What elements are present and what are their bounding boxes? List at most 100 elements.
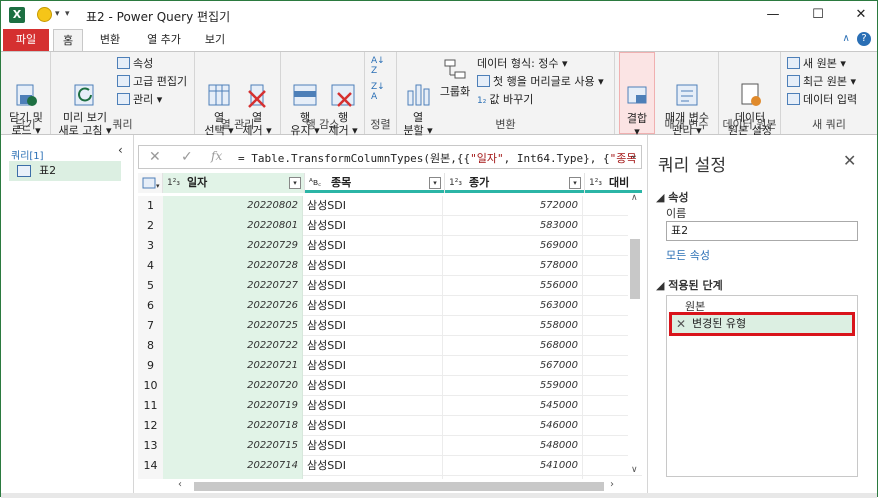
tab-transform[interactable]: 변환 (93, 29, 127, 51)
scroll-right-icon[interactable]: › (610, 479, 614, 490)
use-first-row-headers-button[interactable]: 첫 행을 머리글로 사용 ▾ (477, 74, 604, 90)
filter-dropdown-icon[interactable]: ▾ (289, 177, 301, 189)
tab-home[interactable]: 홈 (53, 29, 83, 51)
customize-qat-icon[interactable]: ▾ (65, 9, 70, 19)
cell-date[interactable]: 20220728 (163, 256, 303, 276)
tab-add-column[interactable]: 열 추가 (139, 29, 189, 51)
enter-data-button[interactable]: 데이터 입력 (787, 92, 857, 108)
vertical-scrollbar[interactable]: ∧ ∨ (628, 193, 642, 475)
cell-date[interactable]: 20220714 (163, 456, 303, 476)
column-header-change[interactable]: 1²₃ 대비 (585, 173, 642, 193)
cell-date[interactable]: 20220729 (163, 236, 303, 256)
manage-button[interactable]: 관리 ▾ (117, 92, 162, 108)
cell-date[interactable]: 20220726 (163, 296, 303, 316)
collapse-pane-icon[interactable]: ‹ (118, 143, 123, 157)
scroll-left-icon[interactable]: ‹ (178, 479, 182, 490)
cell-close[interactable]: 567000 (445, 356, 583, 376)
vertical-scroll-thumb[interactable] (630, 239, 640, 299)
cell-date[interactable]: 20220719 (163, 396, 303, 416)
cell-close[interactable]: 583000 (445, 216, 583, 236)
cell-stock[interactable]: 삼성SDI (305, 456, 443, 476)
cell-stock[interactable]: 삼성SDI (305, 396, 443, 416)
table-row[interactable]: 9 20220721 삼성SDI 567000 (138, 356, 642, 376)
cell-stock[interactable]: 삼성SDI (305, 236, 443, 256)
cell-close[interactable]: 559000 (445, 376, 583, 396)
cell-close[interactable]: 541000 (445, 456, 583, 476)
cell-stock[interactable]: 삼성SDI (305, 336, 443, 356)
fx-icon[interactable]: fx (211, 149, 222, 163)
all-properties-link[interactable]: 모든 속성 (666, 247, 710, 263)
properties-section[interactable]: ◢ 속성 (656, 189, 689, 205)
table-row[interactable]: 5 20220727 삼성SDI 556000 (138, 276, 642, 296)
table-row[interactable]: 6 20220726 삼성SDI 563000 (138, 296, 642, 316)
cell-date[interactable]: 20220720 (163, 376, 303, 396)
tab-view[interactable]: 보기 (199, 29, 231, 51)
cell-stock[interactable]: 삼성SDI (305, 436, 443, 456)
group-by-button[interactable]: 그룹화 (437, 55, 473, 98)
new-source-button[interactable]: 새 원본 ▾ (787, 56, 846, 72)
table-menu-icon[interactable]: ▾ (138, 173, 163, 193)
number-type-icon[interactable]: 1²₃ (449, 173, 462, 193)
cell-close[interactable]: 572000 (445, 196, 583, 216)
query-name-input[interactable]: 표2 (666, 221, 858, 241)
text-type-icon[interactable]: ᴬʙ꜀ (309, 173, 321, 193)
cell-stock[interactable]: 삼성SDI (305, 296, 443, 316)
formula-bar[interactable]: ✕ ✓ fx = Table.TransformColumnTypes(원본,{… (138, 145, 642, 169)
cell-close[interactable]: 546000 (445, 416, 583, 436)
table-row[interactable]: 7 20220725 삼성SDI 558000 (138, 316, 642, 336)
confirm-icon[interactable]: ✓ (181, 149, 193, 165)
cell-stock[interactable]: 삼성SDI (305, 356, 443, 376)
quick-access-dropdown-icon[interactable]: ▾ (55, 9, 60, 19)
close-window-button[interactable]: ✕ (847, 5, 875, 25)
cell-close[interactable]: 563000 (445, 296, 583, 316)
data-grid[interactable]: ▾ 1²₃ 일자 ▾ ᴬʙ꜀ 종목 ▾ 1²₃ 종가 ▾ 1²₃ 대비 1 202 (138, 173, 642, 491)
filter-dropdown-icon[interactable]: ▾ (569, 177, 581, 189)
step-changed-type[interactable]: ✕ 변경된 유형 (669, 312, 855, 336)
table-row[interactable]: 8 20220722 삼성SDI 568000 (138, 336, 642, 356)
cell-date[interactable]: 20220727 (163, 276, 303, 296)
table-row[interactable]: 14 20220714 삼성SDI 541000 (138, 456, 642, 476)
applied-steps-section[interactable]: ◢ 적용된 단계 (656, 277, 723, 293)
scroll-down-icon[interactable]: ∨ (631, 465, 638, 475)
table-row[interactable]: 2 20220801 삼성SDI 583000 (138, 216, 642, 236)
cell-stock[interactable]: 삼성SDI (305, 216, 443, 236)
expand-formula-icon[interactable]: ⌄ (630, 150, 638, 161)
sort-descending-icon[interactable]: Z↓ A (371, 82, 385, 102)
filter-dropdown-icon[interactable]: ▾ (429, 177, 441, 189)
cell-date[interactable]: 20220715 (163, 436, 303, 456)
cell-stock[interactable]: 삼성SDI (305, 256, 443, 276)
table-row[interactable]: 12 20220718 삼성SDI 546000 (138, 416, 642, 436)
smiley-feedback-icon[interactable] (37, 7, 52, 22)
help-icon[interactable]: ? (857, 32, 871, 46)
cell-stock[interactable]: 삼성SDI (305, 196, 443, 216)
cell-close[interactable]: 578000 (445, 256, 583, 276)
table-row[interactable]: 11 20220719 삼성SDI 545000 (138, 396, 642, 416)
cell-close[interactable]: 548000 (445, 436, 583, 456)
cell-close[interactable]: 558000 (445, 316, 583, 336)
cell-stock[interactable]: 삼성SDI (305, 276, 443, 296)
column-header-date[interactable]: 1²₃ 일자 ▾ (163, 173, 305, 193)
data-type-dropdown[interactable]: 데이터 형식: 정수 ▾ (477, 56, 568, 72)
sort-ascending-icon[interactable]: A↓ Z (371, 56, 385, 76)
replace-values-button[interactable]: 1₂ 값 바꾸기 (477, 92, 533, 108)
table-row[interactable]: 4 20220728 삼성SDI 578000 (138, 256, 642, 276)
close-settings-icon[interactable]: ✕ (843, 151, 856, 170)
cell-stock[interactable]: 삼성SDI (305, 316, 443, 336)
table-row[interactable]: 1 20220802 삼성SDI 572000 (138, 196, 642, 216)
cell-stock[interactable]: 삼성SDI (305, 376, 443, 396)
cell-date[interactable]: 20220725 (163, 316, 303, 336)
formula-text[interactable]: = Table.TransformColumnTypes(원본,{{"일자", … (238, 150, 638, 166)
recent-sources-button[interactable]: 최근 원본 ▾ (787, 74, 856, 90)
maximize-button[interactable]: ☐ (804, 5, 832, 25)
collapse-ribbon-icon[interactable]: ∧ (842, 33, 849, 44)
cell-stock[interactable]: 삼성SDI (305, 416, 443, 436)
minimize-button[interactable]: — (759, 5, 787, 25)
cell-date[interactable]: 20220721 (163, 356, 303, 376)
cell-close[interactable]: 569000 (445, 236, 583, 256)
delete-step-icon[interactable]: ✕ (676, 315, 686, 333)
horizontal-scrollbar[interactable]: ‹ › (138, 479, 628, 493)
tab-file[interactable]: 파일 (3, 29, 49, 51)
cell-date[interactable]: 20220722 (163, 336, 303, 356)
query-item[interactable]: 표2 (9, 161, 121, 181)
cell-close[interactable]: 556000 (445, 276, 583, 296)
